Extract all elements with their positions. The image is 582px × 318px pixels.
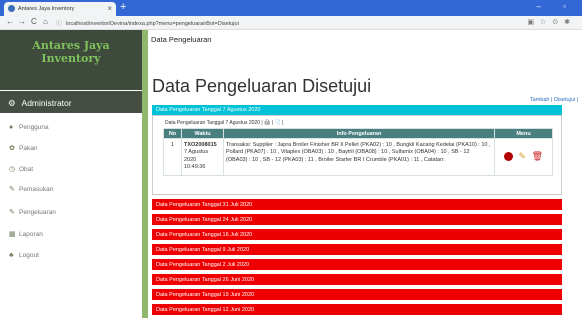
- favicon-icon: [8, 5, 15, 12]
- dashboard-icon: ⚙: [8, 98, 16, 108]
- cell-menu: ✎ 🗑: [494, 138, 553, 176]
- sidebar: Antares Jaya Inventory ⚙ Administrator ●…: [0, 30, 142, 318]
- clock-icon: ◷: [9, 166, 16, 173]
- brand-line-1: Antares Jaya: [32, 39, 110, 52]
- reload-icon[interactable]: C: [31, 17, 37, 26]
- brand-header: Antares Jaya Inventory: [0, 30, 142, 90]
- table-subtitle: Data Pengeluaran Tanggal 7 Agustus 2020 …: [165, 120, 284, 126]
- url-field[interactable]: ⓘ localhost/inventoriDevina/indexa.php?m…: [56, 19, 239, 27]
- gear-icon: ✿: [9, 145, 15, 152]
- date-group-row[interactable]: Data Pengeluaran Tanggal 31 Juli 2020: [152, 199, 562, 210]
- main-content: Data Pengeluaran Data Pengeluaran Disetu…: [148, 30, 582, 318]
- header-no: No: [163, 128, 182, 139]
- user-icon: ●: [9, 124, 14, 131]
- sidebar-item-laporan[interactable]: ▦ Laporan: [0, 230, 142, 248]
- date-group-row[interactable]: Data Pengeluaran Tanggal 9 Juli 2020: [152, 244, 562, 255]
- transaction-code: TXO2008015: [184, 142, 217, 148]
- tab-title: Antares Jaya Inventory: [18, 6, 75, 12]
- new-tab-button[interactable]: +: [120, 1, 126, 13]
- approve-icon[interactable]: [503, 152, 513, 162]
- people-icon: ♣: [9, 252, 14, 259]
- address-bar: ← → C ⌂ ⓘ localhost/inventoriDevina/inde…: [0, 16, 582, 30]
- breadcrumb: Data Pengeluaran: [151, 35, 212, 44]
- cell-info: Transaksi: Supplier : Japra Broiler Fini…: [223, 138, 495, 176]
- header-waktu: Waktu: [181, 128, 224, 139]
- sidebar-item-pengguna[interactable]: ● Pengguna: [0, 124, 142, 142]
- date-group-row[interactable]: Data Pengeluaran Tanggal 12 Juni 2020: [152, 304, 562, 315]
- home-icon[interactable]: ⌂: [43, 17, 48, 26]
- edit-icon[interactable]: ✎: [519, 151, 527, 161]
- sidebar-item-obat[interactable]: ◷ Obat: [0, 165, 142, 183]
- forward-icon[interactable]: →: [18, 17, 26, 26]
- sidebar-item-logout[interactable]: ♣ Logout: [0, 252, 142, 270]
- date-group-row[interactable]: Data Pengeluaran Tanggal 2 Juli 2020: [152, 259, 562, 270]
- date-group-row[interactable]: Data Pengeluaran Tanggal 26 Juni 2020: [152, 274, 562, 285]
- header-info: Info Pengeluaran: [223, 128, 495, 139]
- pencil-icon: ✎: [9, 209, 15, 216]
- active-date-header[interactable]: Data Pengeluaran Tanggal 7 Agustus 2020: [152, 105, 562, 115]
- back-icon[interactable]: ←: [6, 17, 14, 26]
- date-group-row[interactable]: Data Pengeluaran Tanggal 19 Juni 2020: [152, 289, 562, 300]
- header-menu: Menu: [494, 128, 553, 139]
- info-icon: ⓘ: [56, 21, 62, 27]
- sidebar-item-pemasukan[interactable]: ✎ Pemasukan: [0, 185, 142, 203]
- pencil-icon: ✎: [9, 186, 15, 193]
- browser-tab[interactable]: Antares Jaya Inventory ×: [4, 2, 116, 16]
- close-icon[interactable]: ×: [107, 4, 112, 13]
- table-header-row: No Waktu Info Pengeluaran Menu: [163, 128, 553, 139]
- admin-section[interactable]: ⚙ Administrator: [0, 91, 142, 113]
- window-controls[interactable]: – ▫: [536, 2, 576, 11]
- cell-waktu: TXO2008015 7 Agustus 2020 10:49:36: [181, 138, 224, 176]
- browser-tab-strip: Antares Jaya Inventory × + – ▫: [0, 0, 582, 16]
- sidebar-item-pakan[interactable]: ✿ Pakan: [0, 144, 142, 162]
- cell-no: 1: [163, 138, 182, 176]
- top-links[interactable]: Tambah | Disetujui |: [530, 97, 578, 103]
- date-group-row[interactable]: Data Pengeluaran Tanggal 24 Juli 2020: [152, 214, 562, 225]
- grid-icon: ▦: [9, 231, 16, 238]
- trash-icon[interactable]: 🗑: [532, 151, 543, 161]
- brand-line-2: Inventory: [41, 52, 101, 65]
- extension-icons[interactable]: ▣☆⊙✱: [527, 18, 576, 26]
- date-group-row[interactable]: Data Pengeluaran Tanggal 16 Juli 2020: [152, 229, 562, 240]
- transaction-date: 7 Agustus 2020: [184, 149, 209, 163]
- table-row: 1 TXO2008015 7 Agustus 2020 10:49:36 Tra…: [163, 138, 553, 176]
- date-detail-panel: Data Pengeluaran Tanggal 7 Agustus 2020 …: [152, 115, 562, 195]
- pengeluaran-table: No Waktu Info Pengeluaran Menu 1 TXO2008…: [163, 128, 553, 176]
- sidebar-item-pengeluaran[interactable]: ✎ Pengeluaran: [0, 208, 142, 226]
- transaction-time: 10:49:36: [184, 164, 206, 171]
- page-title: Data Pengeluaran Disetujui: [152, 76, 372, 96]
